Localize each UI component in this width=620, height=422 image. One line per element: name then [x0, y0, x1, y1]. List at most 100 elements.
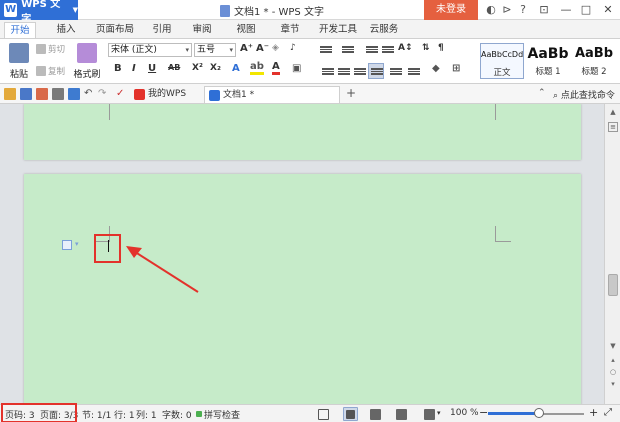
italic-button[interactable]: I — [132, 63, 136, 74]
zoom-level[interactable]: 100 % — [450, 408, 479, 418]
spellcheck-button[interactable]: 拼写检查 — [204, 408, 240, 421]
style-heading-2[interactable]: AaBb 标题 2 — [572, 43, 616, 79]
tab-page-layout[interactable]: 页面布局 — [92, 22, 138, 38]
print-preview-icon[interactable] — [68, 88, 80, 100]
bullet-list-icon[interactable] — [320, 45, 332, 55]
document-canvas[interactable]: ▾ — [0, 104, 604, 404]
pdf-icon[interactable] — [36, 88, 48, 100]
tab-cloud[interactable]: 云服务 — [366, 22, 402, 38]
line-spacing-icon[interactable] — [408, 67, 420, 77]
login-button[interactable]: 未登录 — [424, 0, 478, 20]
sort-icon[interactable]: ⇅ — [422, 43, 430, 53]
font-color-icon[interactable]: A — [272, 61, 280, 75]
highlight-icon[interactable]: ab — [250, 61, 264, 75]
increase-indent-icon[interactable] — [382, 45, 394, 55]
borders-icon[interactable]: ⊞ — [452, 63, 460, 74]
zoom-out-icon[interactable]: − — [479, 406, 488, 419]
chevron-down-icon[interactable]: ▾ — [437, 409, 441, 417]
tab-view[interactable]: 视图 — [232, 22, 260, 38]
vertical-scrollbar[interactable]: ▲ ≡ ▼ ▴ ○ ▾ — [604, 104, 620, 404]
doc-tab-my-wps[interactable]: 我的WPS — [130, 86, 204, 103]
window-title: 文档1 * - WPS 文字 — [220, 3, 324, 18]
style-normal[interactable]: AaBbCcDd 正文 — [480, 43, 524, 79]
save-icon[interactable] — [20, 88, 32, 100]
maximize-icon[interactable]: □ — [578, 2, 594, 18]
open-folder-icon[interactable] — [4, 88, 16, 100]
superscript-button[interactable]: X² — [192, 63, 203, 73]
margin-corner-mark — [495, 104, 511, 120]
undo-icon[interactable]: ↶ — [84, 88, 96, 100]
clear-format-icon[interactable]: ◈ — [272, 43, 279, 53]
font-name-select[interactable]: 宋体 (正文) ▾ — [108, 43, 192, 57]
cursor-highlight-box — [94, 234, 121, 263]
zoom-in-icon[interactable]: + — [589, 406, 598, 419]
reading-mode-icon[interactable] — [424, 409, 435, 420]
prev-page-icon[interactable]: ▴ — [608, 356, 618, 364]
scroll-down-icon[interactable]: ▼ — [608, 342, 618, 350]
tab-references[interactable]: 引用 — [148, 22, 176, 38]
decrease-indent-icon[interactable] — [366, 45, 378, 55]
numbered-list-icon[interactable] — [342, 45, 354, 55]
tab-review[interactable]: 审阅 — [188, 22, 216, 38]
collapse-icon[interactable]: ⌃ — [538, 88, 548, 98]
align-center-icon[interactable] — [338, 67, 350, 77]
zoom-slider-handle[interactable] — [534, 408, 544, 418]
expand-icon[interactable]: ≡ — [608, 122, 618, 132]
tab-chapter[interactable]: 章节 — [276, 22, 304, 38]
grow-font-button[interactable]: A⁺ — [240, 43, 253, 54]
command-search[interactable]: ⌕ 点此查找命令 — [553, 88, 615, 101]
fit-window-icon[interactable]: ⤢ — [604, 407, 612, 418]
chevron-down-icon[interactable]: ▾ — [75, 240, 79, 248]
text-effect-icon[interactable]: A — [232, 63, 240, 74]
select-browse-icon[interactable]: ○ — [608, 368, 618, 376]
paste-button[interactable]: 粘贴 — [6, 43, 32, 80]
close-icon[interactable]: ✕ — [600, 2, 616, 18]
tab-developer[interactable]: 开发工具 — [314, 22, 362, 38]
share-icon[interactable]: ⊳ — [500, 3, 514, 17]
app-menu-button[interactable]: W WPS 文字 ▼ — [0, 0, 78, 25]
font-size-select[interactable]: 五号 ▾ — [194, 43, 236, 57]
word-count[interactable]: 字数: 0 — [162, 408, 192, 421]
align-right-icon[interactable] — [354, 67, 366, 77]
scissors-icon — [36, 44, 46, 54]
scrollbar-thumb[interactable] — [608, 274, 618, 296]
help-icon[interactable]: ? — [516, 3, 530, 17]
print-icon[interactable] — [52, 88, 64, 100]
phonetic-icon[interactable]: ♪ — [290, 43, 296, 53]
copy-button[interactable]: 复制 — [36, 65, 65, 77]
style-heading-1-label: 标题 1 — [535, 67, 561, 77]
format-painter-button[interactable]: 格式刷 — [72, 43, 102, 80]
outline-view-icon[interactable] — [370, 409, 381, 420]
show-marks-icon[interactable]: ¶ — [438, 43, 444, 53]
style-heading-1[interactable]: AaBb 标题 1 — [526, 43, 570, 79]
doc-tab-document1[interactable]: 文档1 * — [204, 86, 340, 103]
tab-insert[interactable]: 插入 — [52, 22, 80, 38]
scroll-up-icon[interactable]: ▲ — [608, 108, 618, 116]
customize-icon[interactable]: ✓ — [116, 88, 128, 100]
redo-icon[interactable]: ↷ — [98, 88, 110, 100]
quick-access-bar: ↶ ↷ ✓ 我的WPS 文档1 * + ⌃ ⌕ 点此查找命令 — [0, 84, 620, 104]
row-indicator: 行: 1 — [114, 411, 135, 421]
page-3[interactable]: ▾ — [24, 174, 581, 404]
justify-button[interactable] — [368, 63, 384, 79]
paragraph-handle-icon[interactable] — [62, 240, 72, 250]
minimize-icon[interactable]: — — [558, 2, 574, 18]
chinese-layout-icon[interactable]: A↕ — [398, 43, 413, 53]
add-tab-button[interactable]: + — [346, 86, 356, 100]
restore-icon[interactable]: ⊡ — [536, 2, 552, 18]
underline-button[interactable]: U — [148, 63, 156, 74]
tab-home[interactable]: 开始 — [4, 22, 36, 38]
shading-icon[interactable]: ◆ — [432, 63, 440, 74]
char-border-icon[interactable]: ▣ — [292, 63, 301, 74]
distribute-icon[interactable] — [390, 67, 402, 77]
subscript-button[interactable]: X₂ — [210, 63, 221, 73]
bold-button[interactable]: B — [114, 63, 122, 74]
cut-button[interactable]: 剪切 — [36, 43, 65, 55]
fullscreen-icon[interactable] — [318, 409, 329, 420]
skin-icon[interactable]: ◐ — [484, 3, 498, 17]
shrink-font-button[interactable]: A⁻ — [256, 43, 269, 54]
next-page-icon[interactable]: ▾ — [608, 380, 618, 388]
align-left-icon[interactable] — [322, 67, 334, 77]
web-view-icon[interactable] — [396, 409, 407, 420]
strikethrough-button[interactable]: AB — [168, 63, 180, 72]
